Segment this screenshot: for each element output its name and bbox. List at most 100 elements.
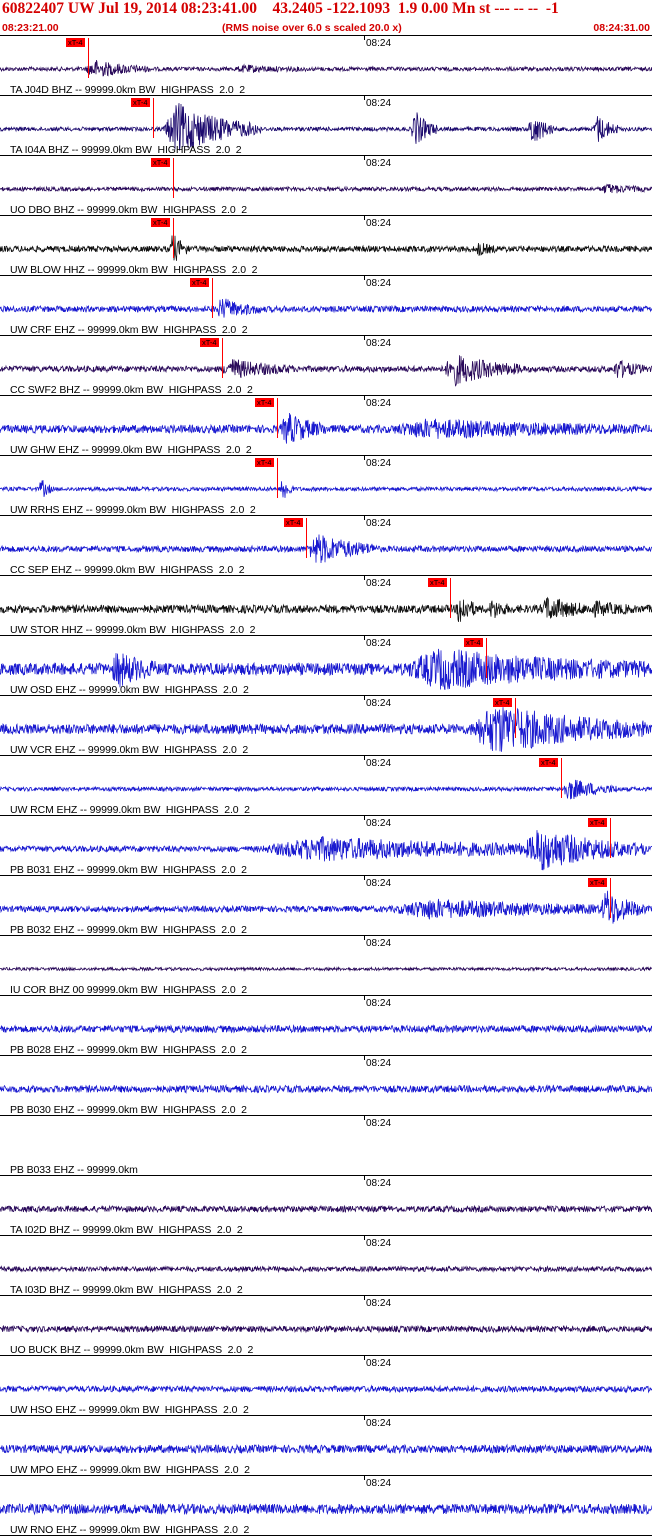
time-tick-label: 08:24 xyxy=(366,998,392,1009)
trace-row: 08:24 xT-4 CC SEP EHZ -- 99999.0km BW HIGH… xyxy=(0,516,652,576)
waveform-path xyxy=(0,779,652,800)
time-tick-mark xyxy=(364,1056,365,1060)
trace-row: 08:24 TA I02D BHZ -- 99999.0km BW HIGHPAS… xyxy=(0,1176,652,1236)
trace-row: 08:24 xT-4 TA J04D BHZ -- 99999.0km BW HIG… xyxy=(0,36,652,96)
phase-pick-line xyxy=(212,278,213,318)
phase-pick-line xyxy=(277,458,278,498)
phase-pick-marker[interactable]: xT-4 xyxy=(200,338,219,347)
trace-row: 08:24 xT-4 UW OSD EHZ -- 99999.0km BW HIGH… xyxy=(0,636,652,696)
time-tick-mark xyxy=(364,1296,365,1300)
time-tick-mark xyxy=(364,996,365,1000)
phase-pick-marker[interactable]: xT-4 xyxy=(493,698,512,707)
phase-pick-marker[interactable]: xT-4 xyxy=(539,758,558,767)
waveform-path xyxy=(0,1384,652,1394)
waveform-path xyxy=(0,596,652,622)
time-tick-label: 08:24 xyxy=(366,278,392,289)
phase-pick-marker[interactable]: xT-4 xyxy=(588,878,607,887)
waveform-path xyxy=(0,1443,652,1455)
time-tick-label: 08:24 xyxy=(366,1478,392,1489)
trace-row: 08:24 xT-4 UW VCR EHZ -- 99999.0km BW HIGH… xyxy=(0,696,652,756)
phase-pick-marker[interactable]: xT-4 xyxy=(190,278,209,287)
phase-pick-marker[interactable]: xT-4 xyxy=(588,818,607,827)
waveform-path xyxy=(0,355,652,387)
time-tick-label: 08:24 xyxy=(366,1118,392,1129)
time-tick-label: 08:24 xyxy=(366,1238,392,1249)
time-tick-label: 08:24 xyxy=(366,758,392,769)
phase-pick-marker[interactable]: xT-4 xyxy=(131,98,150,107)
waveform-path xyxy=(0,1264,652,1274)
phase-pick-line xyxy=(450,578,451,618)
phase-pick-marker[interactable]: xT-4 xyxy=(284,518,303,527)
phase-pick-line xyxy=(610,878,611,918)
time-tick-mark xyxy=(364,1356,365,1360)
time-tick-mark xyxy=(364,816,365,820)
phase-pick-marker[interactable]: xT-4 xyxy=(428,578,447,587)
time-tick-label: 08:24 xyxy=(366,638,392,649)
trace-row: 08:24 xT-4 TA I04A BHZ -- 99999.0km BW HIG… xyxy=(0,96,652,156)
time-tick-mark xyxy=(364,96,365,100)
trace-row: 08:24 PB B030 EHZ -- 99999.0km BW HIGHPAS… xyxy=(0,1056,652,1116)
time-tick-label: 08:24 xyxy=(366,398,392,409)
time-tick-label: 08:24 xyxy=(366,1418,392,1429)
waveform-path xyxy=(0,1324,652,1334)
time-tick-label: 08:24 xyxy=(366,518,392,529)
phase-pick-line xyxy=(153,98,154,138)
time-tick-mark xyxy=(364,576,365,580)
start-time: 08:23:21.00 xyxy=(2,22,59,34)
phase-pick-marker[interactable]: xT-4 xyxy=(255,458,274,467)
waveform-path xyxy=(0,1502,652,1516)
waveform-path xyxy=(0,1083,652,1094)
time-tick-mark xyxy=(364,1236,365,1240)
waveform-path xyxy=(0,235,652,261)
phase-pick-marker[interactable]: xT-4 xyxy=(255,398,274,407)
time-tick-mark xyxy=(364,936,365,940)
waveform-path xyxy=(0,1023,652,1034)
trace-row: 08:24 PB B033 EHZ -- 99999.0km xyxy=(0,1116,652,1176)
trace-row: 08:24 xT-4 UW STOR HHZ -- 99999.0km BW HIG… xyxy=(0,576,652,636)
time-tick-label: 08:24 xyxy=(366,98,392,109)
time-tick-label: 08:24 xyxy=(366,1058,392,1069)
seismogram-panel: 08:24 xT-4 TA J04D BHZ -- 99999.0km BW HIG… xyxy=(0,36,652,1538)
phase-pick-marker[interactable]: xT-4 xyxy=(151,158,170,167)
trace-row: 08:24 xT-4 UW RCM EHZ -- 99999.0km BW HIGH… xyxy=(0,756,652,816)
trace-row: 08:24 UW HSO EHZ -- 99999.0km BW HIGHPASS… xyxy=(0,1356,652,1416)
phase-pick-line xyxy=(88,38,89,78)
time-tick-mark xyxy=(364,156,365,160)
waveform-path xyxy=(0,966,652,972)
phase-pick-marker[interactable]: xT-4 xyxy=(151,218,170,227)
trace-row: 08:24 xT-4 UW BLOW HHZ -- 99999.0km BW HIG… xyxy=(0,216,652,276)
phase-pick-line xyxy=(561,758,562,798)
time-tick-label: 08:24 xyxy=(366,578,392,589)
time-tick-label: 08:24 xyxy=(366,938,392,949)
time-tick-label: 08:24 xyxy=(366,1178,392,1189)
header: 60822407 UW Jul 19, 2014 08:23:41.00 43.… xyxy=(0,0,652,36)
phase-pick-marker[interactable]: xT-4 xyxy=(464,638,483,647)
trace-row: 08:24 xT-4 UW RRHS EHZ -- 99999.0km BW HIG… xyxy=(0,456,652,516)
time-tick-mark xyxy=(364,1176,365,1180)
trace-row: 08:24 xT-4 UW CRF EHZ -- 99999.0km BW HIGH… xyxy=(0,276,652,336)
trace-row: 08:24 TA I03D BHZ -- 99999.0km BW HIGHPAS… xyxy=(0,1236,652,1296)
time-tick-mark xyxy=(364,1476,365,1480)
trace-row: 08:24 xT-4 UO DBO BHZ -- 99999.0km BW HIGH… xyxy=(0,156,652,216)
phase-pick-line xyxy=(173,218,174,258)
trace-row: 08:24 xT-4 PB B032 EHZ -- 99999.0km BW HIG… xyxy=(0,876,652,936)
trace-row: 08:24 PB B028 EHZ -- 99999.0km BW HIGHPAS… xyxy=(0,996,652,1056)
waveform-path xyxy=(0,183,652,194)
time-tick-mark xyxy=(364,336,365,340)
time-tick-mark xyxy=(364,216,365,220)
trace-row: 08:24 IU COR BHZ 00 99999.0km BW HIGHPASS… xyxy=(0,936,652,996)
time-tick-label: 08:24 xyxy=(366,818,392,829)
time-tick-label: 08:24 xyxy=(366,698,392,709)
end-time: 08:24:31.00 xyxy=(593,22,650,34)
time-tick-label: 08:24 xyxy=(366,338,392,349)
time-tick-label: 08:24 xyxy=(366,1298,392,1309)
phase-pick-line xyxy=(486,638,487,678)
phase-pick-line xyxy=(277,398,278,438)
waveform-path xyxy=(0,480,652,498)
time-tick-mark xyxy=(364,636,365,640)
phase-pick-marker[interactable]: xT-4 xyxy=(66,38,85,47)
time-tick-label: 08:24 xyxy=(366,1358,392,1369)
phase-pick-line xyxy=(515,698,516,738)
phase-pick-line xyxy=(222,338,223,378)
time-tick-label: 08:24 xyxy=(366,158,392,169)
